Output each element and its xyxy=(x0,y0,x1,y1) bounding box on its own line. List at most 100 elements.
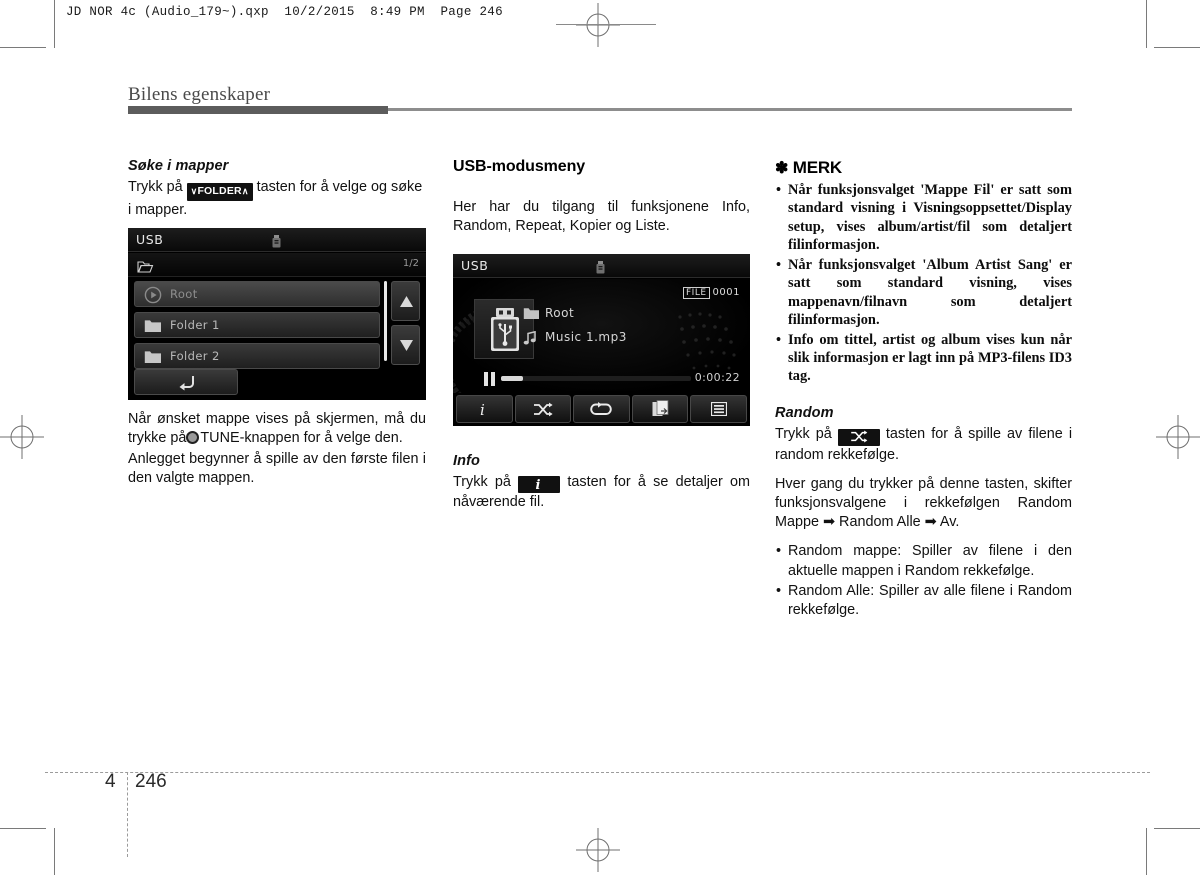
player-track-name: Music 1.mp3 xyxy=(545,330,627,344)
player-track-name-row: Music 1.mp3 xyxy=(523,330,627,345)
player-screen-title: USB xyxy=(461,258,489,273)
folder-key-label: FOLDER xyxy=(197,185,242,197)
folder-key-badge[interactable]: ∨FOLDER∧ xyxy=(186,183,253,201)
folder-list-scrollbar[interactable] xyxy=(384,281,387,361)
list-item: Når funksjonsvalget 'Mappe Fil' er satt … xyxy=(775,181,1072,255)
info-key-badge[interactable]: i xyxy=(518,476,561,493)
random-bullet-list: Random mappe: Spiller av filene i den ak… xyxy=(775,542,1072,620)
file-badge-value: 0001 xyxy=(712,287,740,298)
paragraph-info-key: Trykk på i tasten for å se detaljer om n… xyxy=(453,473,750,512)
chevron-up-icon: ∧ xyxy=(241,186,249,196)
page-title: Bilens egenskaper xyxy=(128,84,271,105)
random-button[interactable] xyxy=(514,395,572,423)
paragraph-tune-knob: Når ønsket mappe vises på skjermen, må d… xyxy=(128,410,426,448)
paragraph-usb-menu-intro: Her har du tilgang til funksjonene Info,… xyxy=(453,199,750,235)
folder-breadcrumb-row[interactable]: 1/2 xyxy=(128,253,426,277)
tune-knob-icon xyxy=(186,431,200,445)
registration-mark-left xyxy=(0,415,44,459)
copy-button[interactable] xyxy=(631,395,689,423)
scroll-up-button[interactable] xyxy=(391,281,420,321)
usb-player-screen[interactable]: USB FILE 0001 Root Music 1.mp3 0:00:22 i xyxy=(453,254,750,426)
paragraph-random-cycle: Hver gang du trykker på denne tasten, sk… xyxy=(775,475,1072,531)
random-key-badge[interactable] xyxy=(837,428,880,446)
info-button[interactable]: i xyxy=(456,395,513,423)
paragraph-folder-key-before: Trykk på xyxy=(128,179,183,195)
registration-mark-top xyxy=(576,3,620,47)
note-heading-label: MERK xyxy=(792,158,843,177)
footer-vertical-rule xyxy=(127,772,128,857)
heading-soke-i-mapper: Søke i mapper xyxy=(128,158,229,174)
middle-column: USB-modusmeny Her har du tilgang til fun… xyxy=(453,158,750,236)
title-rule-light xyxy=(388,108,1072,111)
scroll-down-button[interactable] xyxy=(391,325,420,365)
registration-mark-right xyxy=(1156,415,1200,459)
heading-info: Info xyxy=(453,453,480,469)
prepress-header-text: JD NOR 4c (Audio_179~).qxp 10/2/2015 8:4… xyxy=(66,5,503,19)
folder-list-item-folder-2[interactable]: Folder 2 xyxy=(134,343,380,369)
pause-icon[interactable] xyxy=(484,371,496,390)
paragraph-tune-knob-after: TUNE-knappen for å velge den. xyxy=(200,430,403,447)
crop-mark-bottom-left-v xyxy=(54,828,55,875)
folder-icon xyxy=(523,307,540,323)
list-button[interactable] xyxy=(690,395,747,423)
folder-icon xyxy=(144,349,162,368)
right-column: ✽ MERK Når funksjonsvalget 'Mappe Fil' e… xyxy=(775,158,1072,621)
paragraph-info-key-before: Trykk på xyxy=(453,474,511,490)
triangle-up-icon xyxy=(400,296,413,307)
folder-list-item-root[interactable]: Root xyxy=(134,281,380,307)
paragraph-random-key-before: Trykk på xyxy=(775,425,832,442)
repeat-icon xyxy=(590,402,613,415)
left-column: Søke i mapper Trykk på ∨FOLDER∧ tasten f… xyxy=(128,158,426,220)
file-badge-label: FILE xyxy=(683,287,710,299)
footer-chapter-number: 4 xyxy=(105,771,116,792)
shuffle-icon xyxy=(851,430,868,443)
elapsed-time: 0:00:22 xyxy=(694,371,740,384)
folder-screen-title: USB xyxy=(136,232,164,247)
shuffle-icon xyxy=(533,402,553,416)
progress-bar-fill xyxy=(501,376,523,381)
note-heading: ✽ MERK xyxy=(775,158,1072,178)
crop-mark-bottom-right-v xyxy=(1146,828,1147,875)
info-i-icon: i xyxy=(480,401,485,418)
player-toolbar: i xyxy=(453,393,750,426)
back-button[interactable] xyxy=(134,369,238,395)
folder-list-item-label: Root xyxy=(170,287,198,301)
asterisk-icon: ✽ xyxy=(775,160,789,177)
note-bullet-list: Når funksjonsvalget 'Mappe Fil' er satt … xyxy=(775,181,1072,386)
crop-mark-top-right-h xyxy=(1154,47,1200,48)
left-column-lower: Når ønsket mappe vises på skjermen, må d… xyxy=(128,410,426,489)
title-rule-dark xyxy=(128,106,388,114)
usb-drive-icon xyxy=(491,308,519,351)
list-icon xyxy=(710,402,727,416)
crop-mark-bottom-right-h xyxy=(1154,828,1200,829)
list-item: Når funksjonsvalget 'Album Artist Sang' … xyxy=(775,256,1072,330)
footer-rule xyxy=(45,772,1150,773)
open-folder-icon xyxy=(137,258,154,277)
back-arrow-icon xyxy=(179,376,194,391)
progress-bar[interactable] xyxy=(501,376,691,381)
info-i-icon: i xyxy=(535,478,540,493)
player-folder-name-row: Root xyxy=(523,306,575,320)
registration-mark-bottom xyxy=(576,828,620,872)
music-note-icon xyxy=(523,330,538,348)
repeat-button[interactable] xyxy=(573,395,630,423)
paragraph-folder-key: Trykk på ∨FOLDER∧ tasten for å velge og … xyxy=(128,178,426,220)
usb-drive-icon xyxy=(596,259,605,274)
file-number-badge: FILE 0001 xyxy=(683,287,740,299)
folder-icon xyxy=(144,318,162,337)
usb-drive-icon xyxy=(272,233,281,248)
copy-icon xyxy=(652,400,668,416)
crop-mark-bottom-left-h xyxy=(0,828,46,829)
svg-text:i: i xyxy=(535,478,540,491)
player-folder-name: Root xyxy=(545,306,575,320)
play-circle-icon xyxy=(144,286,162,308)
heading-usb-modusmeny: USB-modusmeny xyxy=(453,158,586,175)
folder-list-item-folder-1[interactable]: Folder 1 xyxy=(134,312,380,338)
crop-mark-top-left-v xyxy=(54,0,55,48)
usb-folder-list-screen[interactable]: USB 1/2 Root Folder 1 Folder 2 xyxy=(128,228,426,400)
list-item: Info om tittel, artist og album vises ku… xyxy=(775,331,1072,386)
middle-column-lower: Info Trykk på i tasten for å se detaljer… xyxy=(453,453,750,512)
paragraph-autoplay: Anlegget begynner å spille av den første… xyxy=(128,451,426,487)
crop-mark-top-left-h xyxy=(0,47,46,48)
folder-list-item-label: Folder 1 xyxy=(170,318,220,332)
